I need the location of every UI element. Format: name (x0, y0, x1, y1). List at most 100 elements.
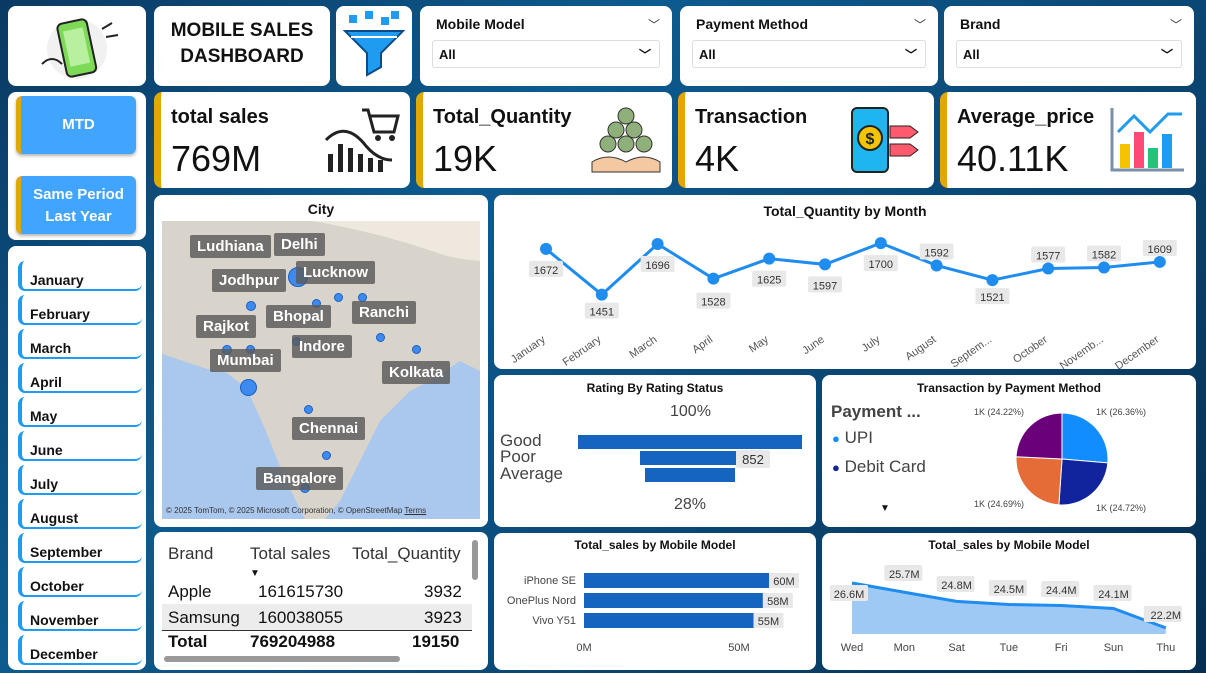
slicer-brand[interactable]: Brand ﹀ All ﹀ (944, 6, 1194, 86)
kpi-label: Total_Quantity (433, 106, 572, 128)
x-tick-label: August (903, 334, 938, 363)
month-item-november[interactable]: November (18, 601, 142, 631)
data-label: 1577 (1036, 251, 1060, 263)
total-cell: 19150 (412, 632, 460, 651)
slicer-payment-method[interactable]: Payment Method ﹀ All ﹀ (680, 6, 938, 86)
table-cell: 160038055 (258, 608, 344, 627)
map-bubble[interactable] (334, 293, 343, 302)
rating-card: Rating By Rating Status 100% Good Poor A… (494, 375, 816, 527)
x-tick-label: 50M (728, 642, 749, 654)
mtd-button[interactable]: MTD (16, 96, 136, 154)
map-label: Kolkata (382, 361, 451, 384)
funnel-bar (578, 435, 802, 449)
map-label: Jodhpur (212, 269, 286, 292)
slicer-dropdown[interactable]: All ﹀ (432, 40, 660, 68)
data-label: 25.7M (889, 569, 920, 581)
slicer-label: Mobile Model (436, 16, 525, 32)
area-chart[interactable]: 26.6M Wed 25.7M Mon 24.8M Sat 24.5M Tue 24.4M Fri… (822, 533, 1196, 670)
data-point (540, 242, 552, 255)
slicer-mobile-model[interactable]: Mobile Model ﹀ All ﹀ (420, 6, 672, 86)
pie-chart[interactable]: 1K (26.36%) 1K (24.72%) 1K (24.69%) 1K (24.… (822, 375, 1196, 527)
map-label: Bangalore (256, 467, 344, 490)
slicer-dropdown[interactable]: All ﹀ (692, 40, 926, 68)
funnel-bar (640, 451, 740, 465)
quantity-by-month-card: Total_Quantity by Month 1672 January 1451 F… (494, 195, 1196, 369)
map-bubble[interactable] (304, 405, 313, 414)
month-item-april[interactable]: April (18, 363, 142, 393)
month-item-july[interactable]: July (18, 465, 142, 495)
kpi-value: 40.11K (957, 138, 1069, 179)
month-item-january[interactable]: January (18, 261, 142, 291)
total-cell: Total (168, 632, 208, 651)
x-tick-label: Novemb... (1058, 334, 1106, 369)
slicer-value: All (963, 47, 980, 62)
data-label: 1597 (813, 280, 837, 292)
kpi-value: 769M (171, 138, 262, 179)
cart-chart-icon (324, 108, 400, 172)
map-bubble[interactable] (246, 301, 256, 311)
data-label: 1696 (645, 260, 669, 272)
kpi-transaction: Transaction 4K $ (678, 92, 934, 188)
map-bubble[interactable] (322, 451, 331, 460)
category-label: OnePlus Nord (507, 595, 576, 607)
series-line (545, 241, 1160, 297)
mobile-payment-icon: $ (851, 107, 919, 173)
map-label: Delhi (274, 233, 325, 256)
map-label: Ranchi (352, 301, 417, 324)
table-cell: 3923 (424, 608, 462, 627)
same-period-last-year-button[interactable]: Same Period Last Year (16, 176, 136, 234)
map-label: Indore (292, 335, 352, 358)
x-tick-label: February (561, 333, 604, 368)
logo-card (8, 6, 146, 86)
payment-method-card: Transaction by Payment Method Payment ..… (822, 375, 1196, 527)
x-tick-label: July (860, 333, 883, 354)
slice-label: 1K (26.36%) (1096, 407, 1146, 417)
map-label: Mumbai (210, 349, 281, 372)
kpi-label: Average_price (957, 106, 1095, 128)
x-tick-label: January (509, 333, 548, 366)
line-chart[interactable]: 1672 January 1451 February 1696 March 1528 Apri… (494, 219, 1196, 369)
slicer-dropdown[interactable]: All ﹀ (956, 40, 1182, 68)
month-item-february[interactable]: February (18, 295, 142, 325)
filter-card[interactable] (336, 6, 412, 86)
kpi-total-sales: total sales 769M (154, 92, 410, 188)
data-point (1153, 255, 1166, 268)
col-header-brand[interactable]: Brand (168, 544, 213, 564)
col-header-total-quantity[interactable]: Total_Quantity (352, 544, 461, 564)
funnel-chart[interactable]: 852 (494, 375, 816, 527)
month-item-august[interactable]: August (18, 499, 142, 529)
map-bubble[interactable] (412, 345, 421, 354)
chevron-down-icon[interactable]: ﹀ (648, 16, 660, 33)
data-label: 1609 (1148, 244, 1172, 256)
month-item-december[interactable]: December (18, 635, 142, 665)
bar-chart[interactable]: iPhone SE 60M OnePlus Nord 58M Vivo Y51 55M 0M… (494, 533, 816, 670)
vertical-scrollbar[interactable] (472, 540, 478, 580)
month-item-june[interactable]: June (18, 431, 142, 461)
horizontal-scrollbar[interactable] (164, 656, 400, 662)
chart-title: Total_Quantity by Month (763, 203, 927, 219)
col-header-total-sales[interactable]: Total sales (250, 544, 330, 564)
month-item-may[interactable]: May (18, 397, 142, 427)
map-canvas[interactable]: Ludhiana Delhi Jodhpur Lucknow Bhopal Ra… (162, 221, 480, 519)
month-item-october[interactable]: October (18, 567, 142, 597)
map-label: Lucknow (296, 261, 376, 284)
kpi-value: 19K (433, 138, 498, 179)
data-point (1098, 261, 1110, 274)
month-item-march[interactable]: March (18, 329, 142, 359)
data-label: 24.4M (1046, 585, 1077, 597)
x-tick-label: October (1011, 333, 1050, 365)
table-cell: 3932 (424, 582, 462, 601)
x-tick-label: Mon (894, 642, 915, 654)
category-label: Vivo Y51 (532, 615, 576, 627)
map-terms-link[interactable]: Terms (404, 506, 426, 515)
data-point (763, 252, 776, 265)
data-label: 1672 (534, 265, 558, 277)
funnel-pct-bottom: 28% (674, 496, 707, 513)
map-bubble[interactable] (240, 379, 257, 396)
chevron-down-icon[interactable]: ﹀ (914, 16, 926, 33)
chevron-down-icon[interactable]: ﹀ (1170, 16, 1182, 33)
x-tick-label: 0M (576, 642, 591, 654)
month-item-september[interactable]: September (18, 533, 142, 563)
chevron-down-icon: ﹀ (1160, 48, 1173, 62)
map-bubble[interactable] (376, 333, 385, 342)
